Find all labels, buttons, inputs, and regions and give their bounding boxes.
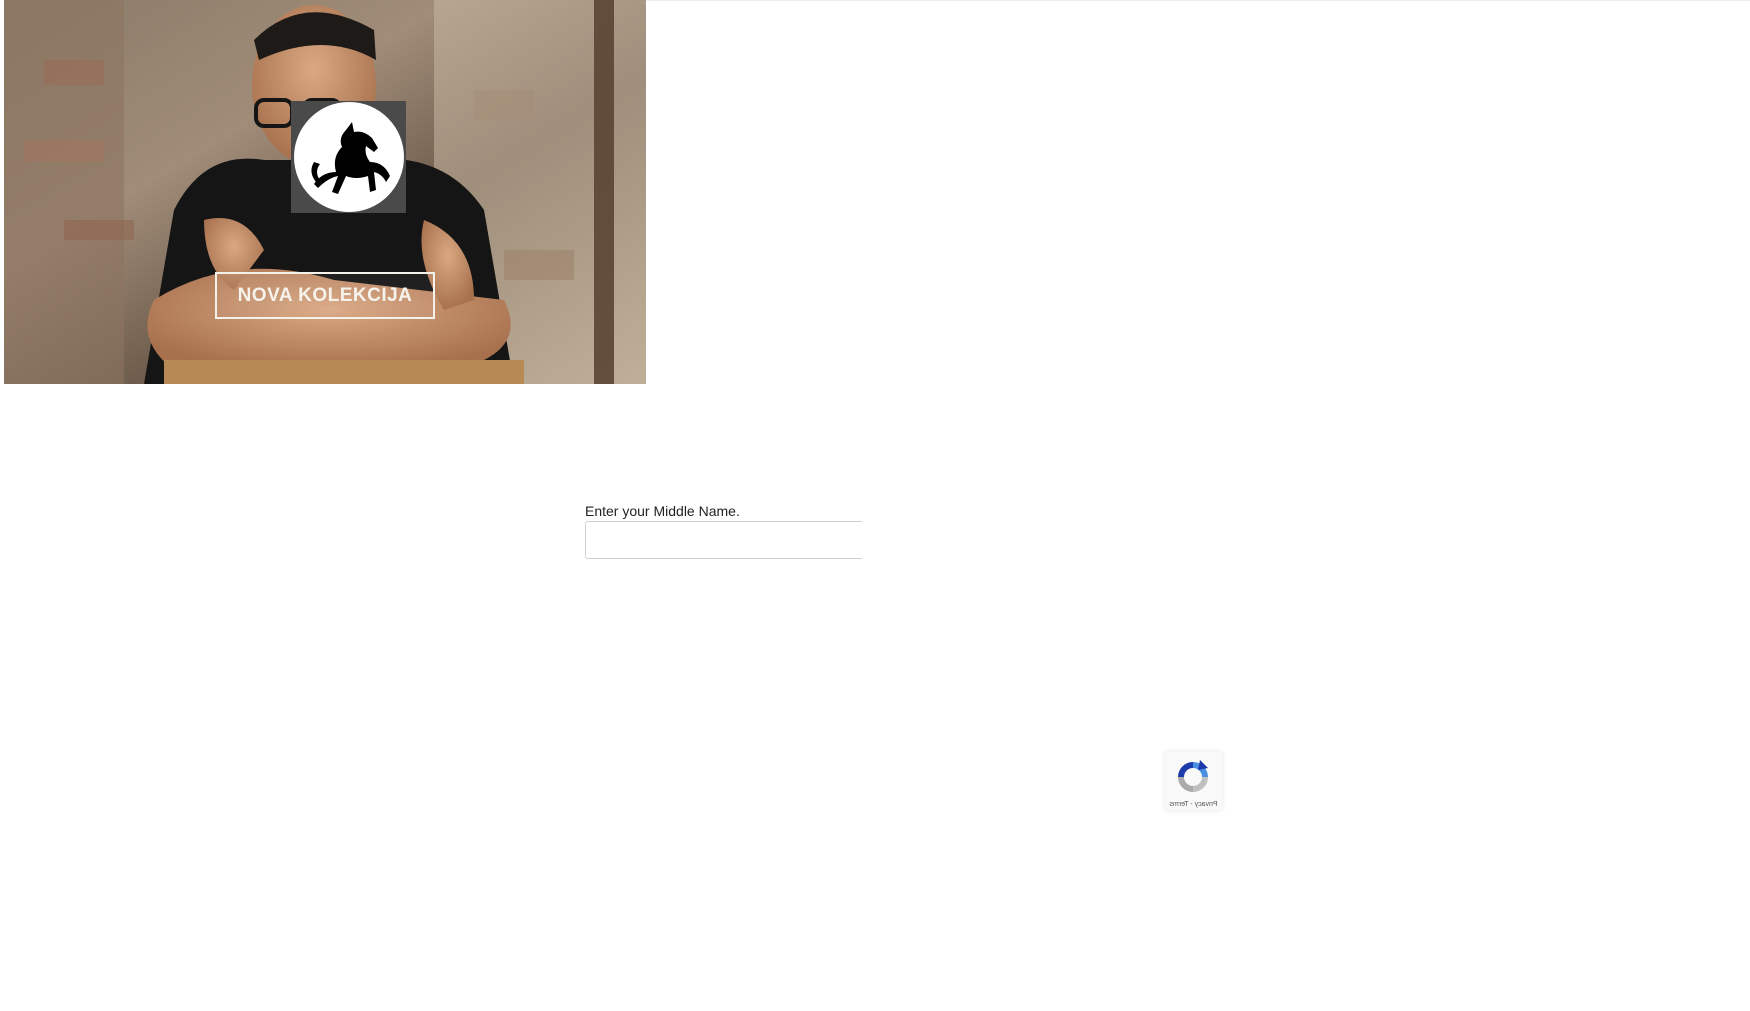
promo-banner[interactable]: NOVA KOLEKCIJA xyxy=(4,0,646,384)
middle-name-input[interactable] xyxy=(585,521,862,559)
top-divider xyxy=(645,0,1750,1)
logo-circle xyxy=(294,102,404,212)
recaptcha-badge[interactable]: Privacy - Terms xyxy=(1165,752,1222,810)
recaptcha-icon xyxy=(1178,760,1208,792)
nova-kolekcija-button[interactable]: NOVA KOLEKCIJA xyxy=(215,272,435,319)
page: NOVA KOLEKCIJA Enter your Middle Name. P… xyxy=(0,0,1750,1011)
horse-icon xyxy=(311,122,390,194)
recaptcha-links[interactable]: Privacy - Terms xyxy=(1165,801,1222,808)
brand-logo xyxy=(291,101,406,213)
middle-name-label: Enter your Middle Name. xyxy=(585,503,740,519)
